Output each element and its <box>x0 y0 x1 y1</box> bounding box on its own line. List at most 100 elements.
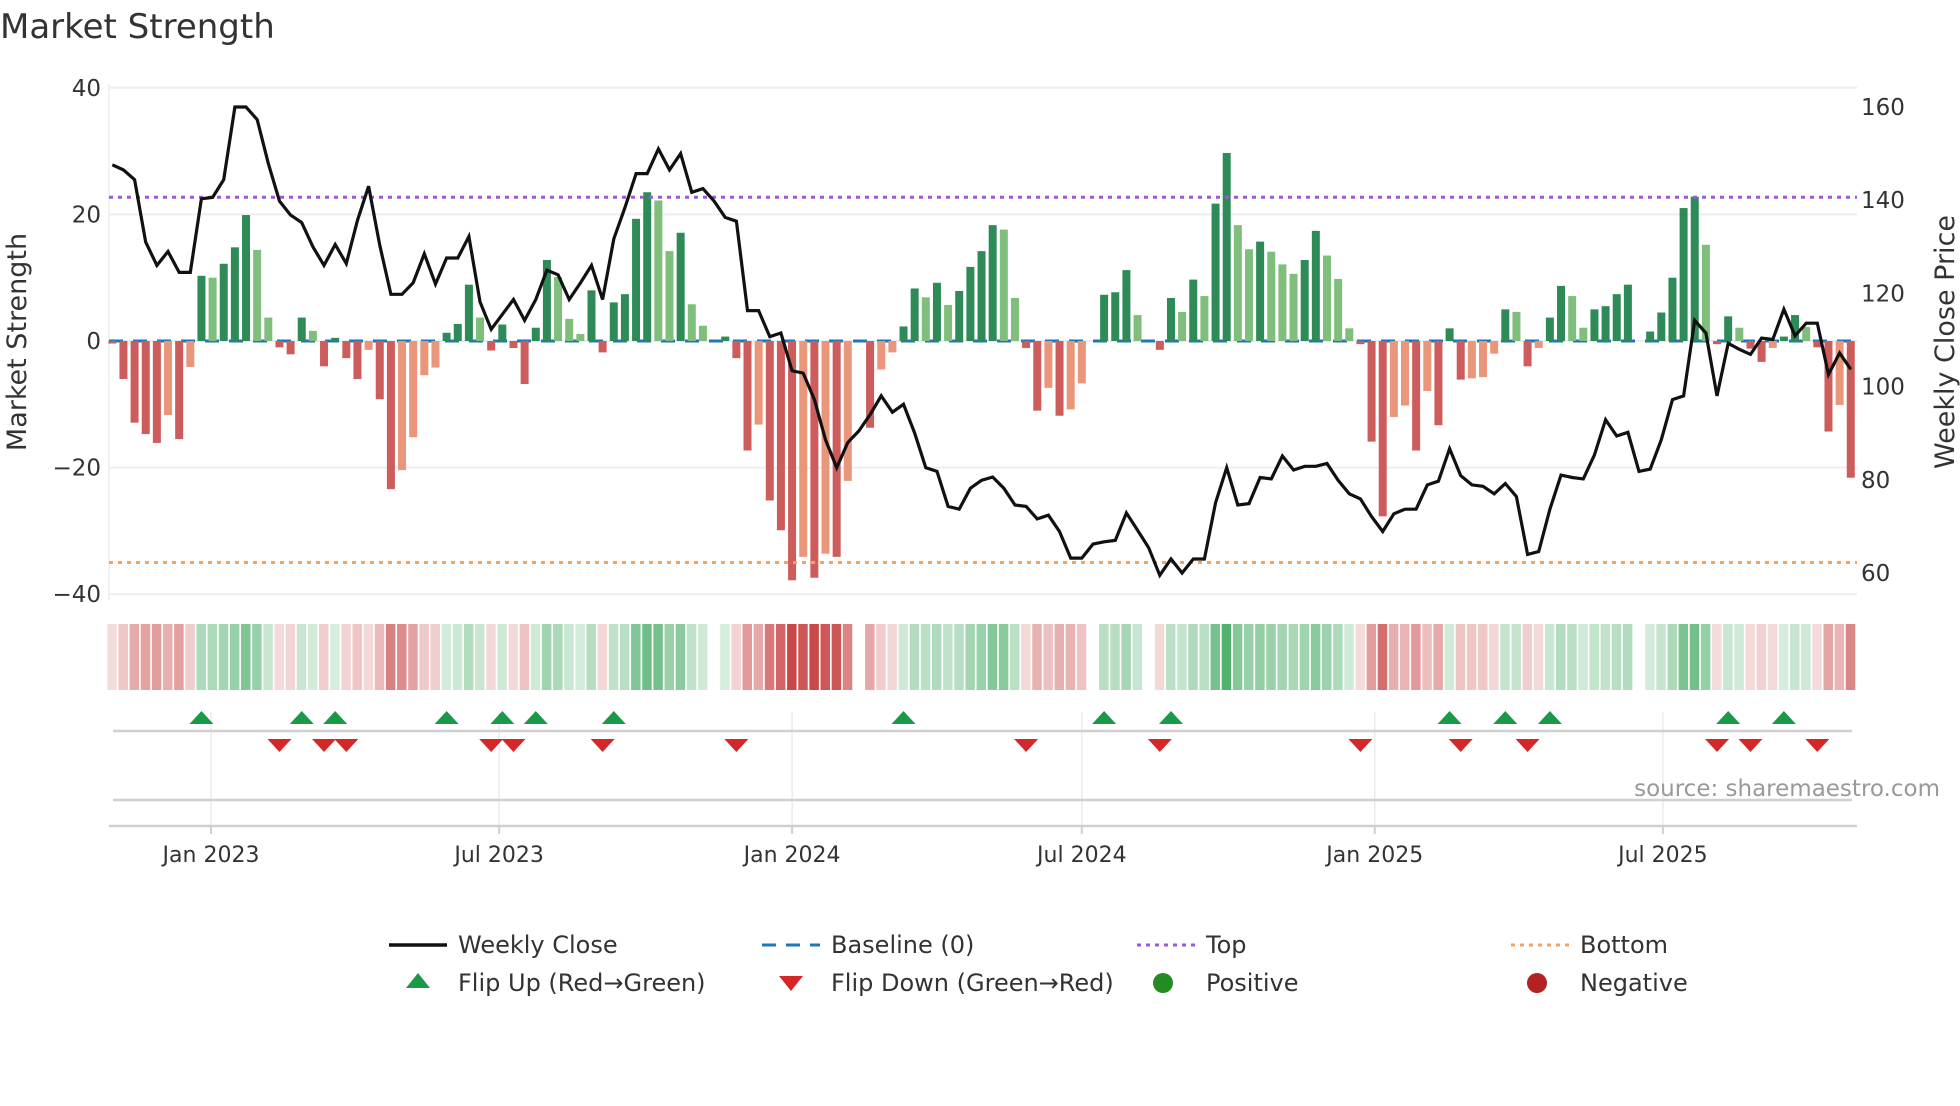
legend-label: Flip Down (Green→Red) <box>831 969 1114 997</box>
strength-bar <box>1244 249 1253 341</box>
heat-cell <box>642 624 652 690</box>
strength-bar <box>576 334 585 341</box>
heat-cell <box>452 624 463 690</box>
heat-cell <box>430 624 440 690</box>
legend-item: Baseline (0) <box>762 931 974 959</box>
strength-bar <box>1612 294 1621 341</box>
flip-up-marker <box>289 711 314 724</box>
heat-cell <box>887 624 897 690</box>
strength-bar <box>966 266 975 341</box>
heat-cell <box>274 624 284 690</box>
heat-cell <box>1110 624 1120 690</box>
strength-bar <box>1278 264 1287 341</box>
strength-bar <box>1401 341 1409 406</box>
heat-cell <box>619 624 630 690</box>
heat-cell <box>1734 624 1744 690</box>
strength-bar <box>1189 279 1198 341</box>
strength-bar <box>1300 259 1309 341</box>
strength-bar <box>1133 315 1142 341</box>
strength-bar <box>598 341 607 353</box>
y-tick-label: 40 <box>72 76 101 102</box>
heat-cell <box>753 624 764 690</box>
strength-bar <box>1010 297 1019 341</box>
strength-bar <box>632 218 641 341</box>
heat-cell <box>1489 624 1499 690</box>
heat-cell <box>809 624 819 690</box>
heat-cell <box>1344 624 1354 690</box>
strength-bar <box>1166 297 1175 341</box>
strength-bar <box>1267 251 1276 341</box>
axes: Jan 2023 Jul 2023 Jan 2024 Jul 2024 Jan 2025… <box>52 76 1904 868</box>
heat-cell <box>1533 624 1544 690</box>
heat-cell <box>285 624 296 690</box>
legend-item: Top <box>1137 931 1247 959</box>
heat-cell <box>252 624 262 690</box>
strength-bar <box>698 325 707 341</box>
heat-cell <box>374 624 385 690</box>
strength-bar <box>743 341 752 451</box>
strength-bar <box>1334 278 1343 341</box>
x-tick-label: Jan 2023 <box>161 843 260 868</box>
heat-cell <box>1823 624 1833 690</box>
strength-bar <box>476 317 485 341</box>
heat-cell <box>1645 624 1655 690</box>
y2-tick-label: 60 <box>1861 561 1890 587</box>
strength-bar <box>1467 341 1476 379</box>
heat-cell <box>1355 624 1365 690</box>
heat-cell <box>586 624 596 690</box>
heat-cell <box>597 624 608 690</box>
y2-tick-label: 100 <box>1861 375 1905 401</box>
strength-bar <box>910 288 919 341</box>
circle-icon <box>1153 973 1173 993</box>
flip-down-marker <box>590 739 615 752</box>
strength-bar <box>152 341 161 443</box>
strength-bar <box>1122 270 1131 341</box>
strength-bar <box>1345 328 1354 341</box>
heat-cell <box>1511 624 1521 690</box>
strength-bar <box>331 337 340 341</box>
flip-markers <box>113 711 1852 802</box>
flip-down-marker <box>501 739 526 752</box>
strength-bar <box>1557 285 1566 341</box>
strength-bar <box>1322 255 1331 341</box>
heat-cell <box>876 624 886 690</box>
strength-bar <box>1178 311 1187 341</box>
legend-item: Flip Down (Green→Red) <box>779 969 1114 997</box>
flip-up-marker <box>1771 711 1796 724</box>
heat-cell <box>976 624 987 690</box>
heat-cell <box>1422 624 1432 690</box>
strength-bar <box>587 290 596 341</box>
heat-cell <box>1756 624 1767 690</box>
strength-bar <box>1579 327 1588 341</box>
flip-up-marker <box>1092 711 1117 724</box>
strength-bar <box>1356 341 1365 345</box>
strength-bars <box>108 152 1855 581</box>
heat-cell <box>1656 624 1666 690</box>
x-tick-label: Jan 2024 <box>742 843 841 868</box>
strength-bar <box>1055 341 1064 416</box>
strength-bar <box>944 304 953 341</box>
heat-cell <box>151 624 162 690</box>
flip-down-marker <box>312 739 337 752</box>
heat-cell <box>463 624 474 690</box>
strength-bar <box>1233 225 1242 341</box>
heat-cell <box>1043 624 1053 690</box>
heat-cell <box>1600 624 1611 690</box>
heat-cell <box>1400 624 1410 690</box>
strength-bar <box>1701 244 1710 341</box>
heat-cell <box>1433 624 1443 690</box>
heat-cell <box>185 624 195 690</box>
heat-cell <box>341 624 351 690</box>
strength-bar <box>654 200 663 341</box>
legend-item: Negative <box>1527 969 1688 997</box>
heat-cell <box>1277 624 1287 690</box>
strength-bar <box>1389 341 1398 417</box>
heat-cell <box>1767 624 1778 690</box>
heat-cell <box>1455 624 1466 690</box>
strength-bar <box>921 297 930 341</box>
x-tick-label: Jul 2023 <box>452 843 544 868</box>
strength-bar <box>765 341 774 501</box>
strength-bar <box>1311 230 1320 341</box>
flip-down-marker <box>1147 739 1172 752</box>
heat-cell <box>263 624 273 690</box>
